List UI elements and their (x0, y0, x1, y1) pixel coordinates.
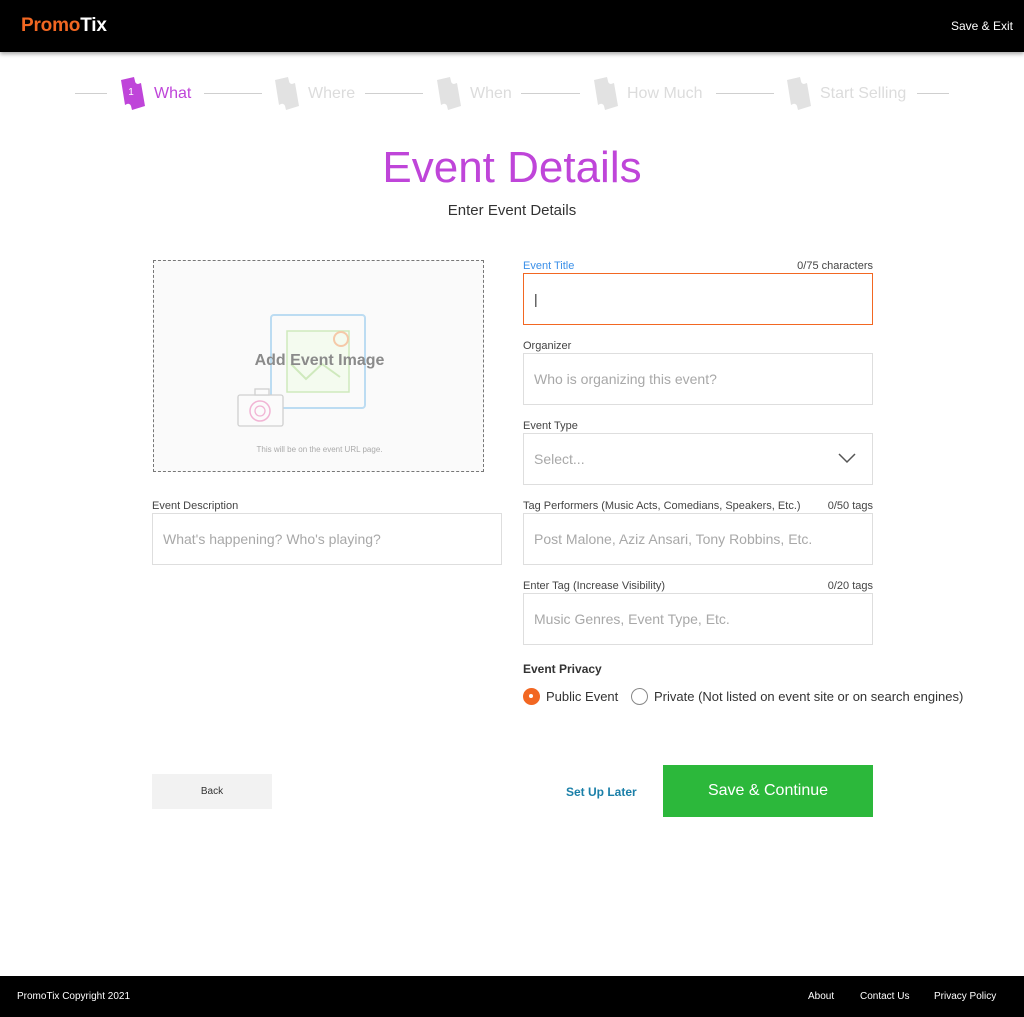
ticket-icon (433, 77, 461, 111)
event-title-label: Event Title (523, 260, 575, 272)
event-title-value: | (534, 291, 538, 307)
chevron-down-icon (838, 453, 856, 464)
step-when[interactable]: When (433, 76, 512, 112)
stepper-line (521, 93, 580, 94)
top-bar: PromoTix Save & Exit (0, 0, 1024, 52)
stepper-line (716, 93, 774, 94)
step-start-selling[interactable]: Start Selling (783, 76, 906, 112)
logo-part-tix: Tix (80, 15, 107, 36)
stepper-line (75, 93, 107, 94)
ticket-icon (783, 77, 811, 111)
enter-tag-label: Enter Tag (Increase Visibility) (523, 580, 666, 592)
save-exit-link[interactable]: Save & Exit (951, 19, 1013, 33)
add-event-image-label: Add Event Image (254, 352, 385, 369)
event-privacy-title: Event Privacy (523, 662, 602, 676)
event-type-select[interactable]: Select... (523, 433, 873, 485)
set-up-later-link[interactable]: Set Up Later (566, 785, 637, 799)
footer: PromoTix Copyright 2021 About Contact Us… (0, 976, 1024, 1017)
event-description-label: Event Description (152, 500, 239, 512)
footer-link-contact-us[interactable]: Contact Us (860, 991, 909, 1002)
tag-performers-label: Tag Performers (Music Acts, Comedians, S… (523, 500, 801, 512)
stepper-line (365, 93, 423, 94)
stepper-line (204, 93, 262, 94)
save-continue-button[interactable]: Save & Continue (663, 765, 873, 817)
step-label: When (470, 85, 512, 102)
step-label: Where (308, 85, 356, 102)
private-event-label: Private (Not listed on event site or on … (654, 689, 964, 704)
private-event-radio[interactable]: Private (Not listed on event site or on … (631, 688, 963, 705)
step-number: 1 (128, 87, 134, 98)
promotix-logo[interactable]: PromoTix (21, 15, 107, 37)
ticket-icon: 1 (117, 77, 145, 111)
event-type-selected-value: Select... (534, 451, 585, 467)
progress-stepper: 1 What Where When How Much Start Selling (0, 76, 1024, 112)
enter-tag-count: 0/20 tags (827, 580, 873, 592)
public-event-label: Public Event (546, 689, 619, 704)
enter-tag-input[interactable] (523, 593, 873, 645)
radio-unselected-icon (631, 688, 648, 705)
event-image-hint: This will be on the event URL page. (256, 445, 383, 454)
tag-performers-count: 0/50 tags (827, 500, 873, 512)
footer-link-about[interactable]: About (808, 991, 834, 1002)
step-how-much[interactable]: How Much (590, 76, 703, 112)
back-button[interactable]: Back (152, 774, 272, 809)
event-image-upload[interactable]: Add Event Image This will be on the even… (153, 260, 484, 472)
radio-selected-icon (523, 688, 540, 705)
copyright-text: PromoTix Copyright 2021 (17, 991, 131, 1002)
step-label: What (154, 85, 192, 102)
stepper-line (917, 93, 949, 94)
step-where[interactable]: Where (271, 76, 355, 112)
event-type-label: Event Type (523, 420, 578, 432)
event-title-char-count: 0/75 characters (797, 260, 873, 272)
step-label: Start Selling (820, 85, 907, 102)
ticket-icon (271, 77, 299, 111)
logo-part-promo: Promo (21, 15, 81, 36)
page: PromoTix Save & Exit 1 What Where When H… (0, 0, 1024, 1017)
organizer-input[interactable] (523, 353, 873, 405)
step-label: How Much (627, 85, 703, 102)
footer-link-privacy-policy[interactable]: Privacy Policy (934, 991, 996, 1002)
ticket-icon (590, 77, 618, 111)
public-event-radio[interactable]: Public Event (523, 688, 618, 705)
event-description-input[interactable] (152, 513, 502, 565)
event-title-input[interactable]: | (523, 273, 873, 325)
tag-performers-input[interactable] (523, 513, 873, 565)
organizer-label: Organizer (523, 340, 572, 352)
page-subtitle: Enter Event Details (447, 202, 577, 219)
page-title: Event Details (382, 143, 642, 192)
step-what[interactable]: 1 What (117, 76, 191, 112)
